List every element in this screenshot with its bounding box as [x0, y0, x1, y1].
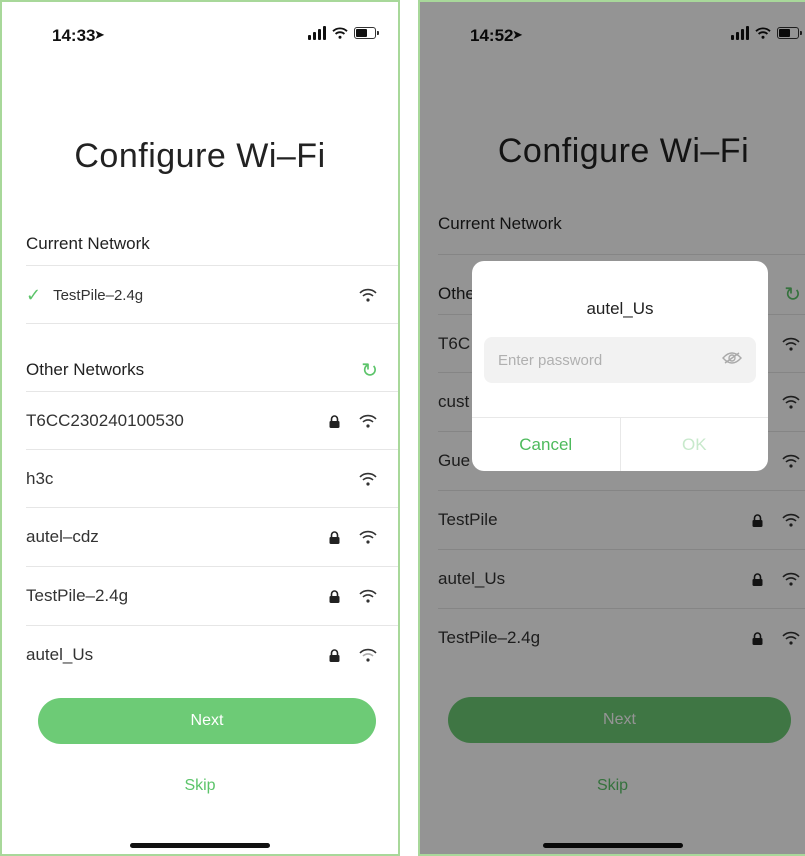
page-title: Configure Wi–Fi	[74, 137, 326, 175]
network-row[interactable]: TestPile–2.4g	[26, 567, 378, 625]
wifi-signal-icon	[358, 530, 378, 544]
location-arrow-icon: ➤	[94, 27, 105, 42]
lock-icon	[324, 589, 344, 603]
lock-icon	[324, 648, 344, 662]
network-name: T6CC230240100530	[26, 411, 184, 430]
home-indicator	[130, 843, 270, 848]
dialog-title: autel_Us	[586, 299, 654, 318]
ok-button[interactable]: OK	[621, 418, 769, 471]
wifi-status-icon	[332, 27, 348, 39]
cancel-button[interactable]: Cancel	[472, 418, 621, 471]
cellular-signal-icon	[308, 26, 326, 40]
skip-link[interactable]: Skip	[2, 777, 398, 795]
dialog-actions: Cancel OK	[472, 417, 768, 471]
wifi-signal-icon	[358, 472, 378, 486]
battery-icon	[354, 27, 379, 39]
network-row[interactable]: autel_Us	[26, 626, 378, 684]
check-icon: ✓	[26, 284, 42, 305]
wifi-signal-icon	[358, 589, 378, 603]
eye-icon[interactable]	[722, 351, 742, 369]
current-network-row[interactable]: ✓ TestPile–2.4g	[26, 266, 378, 324]
lock-icon	[324, 414, 344, 428]
phone-screen-left: 14:33 ➤ Configure Wi–Fi Current Network …	[0, 0, 400, 856]
network-name: TestPile–2.4g	[26, 586, 129, 605]
refresh-icon[interactable]: ↻	[361, 358, 378, 383]
current-network-name: TestPile–2.4g	[53, 286, 144, 304]
network-row[interactable]: h3c	[26, 450, 378, 508]
password-dialog: autel_Us Enter password Cancel OK	[472, 261, 768, 471]
wifi-signal-icon	[358, 648, 378, 662]
divider	[26, 323, 398, 324]
other-networks-heading: Other Networks ↻	[26, 358, 378, 383]
status-time: 14:33	[52, 26, 96, 45]
password-placeholder: Enter password	[498, 351, 603, 369]
lock-icon	[324, 530, 344, 544]
network-row[interactable]: autel–cdz	[26, 508, 378, 566]
other-networks-label: Other Networks	[26, 360, 145, 379]
status-bar: 14:33 ➤	[2, 24, 398, 48]
wifi-signal-icon	[358, 414, 378, 428]
phone-screen-right: 14:52 ➤ Configure Wi–Fi Current Network …	[418, 0, 805, 856]
network-name: autel_Us	[26, 645, 94, 664]
network-name: autel–cdz	[26, 527, 99, 546]
password-input[interactable]: Enter password	[484, 337, 756, 383]
network-name: h3c	[26, 469, 54, 488]
next-button[interactable]: Next	[38, 698, 376, 744]
current-network-heading: Current Network	[26, 234, 150, 253]
network-row[interactable]: T6CC230240100530	[26, 392, 378, 450]
wifi-signal-icon	[358, 288, 378, 302]
